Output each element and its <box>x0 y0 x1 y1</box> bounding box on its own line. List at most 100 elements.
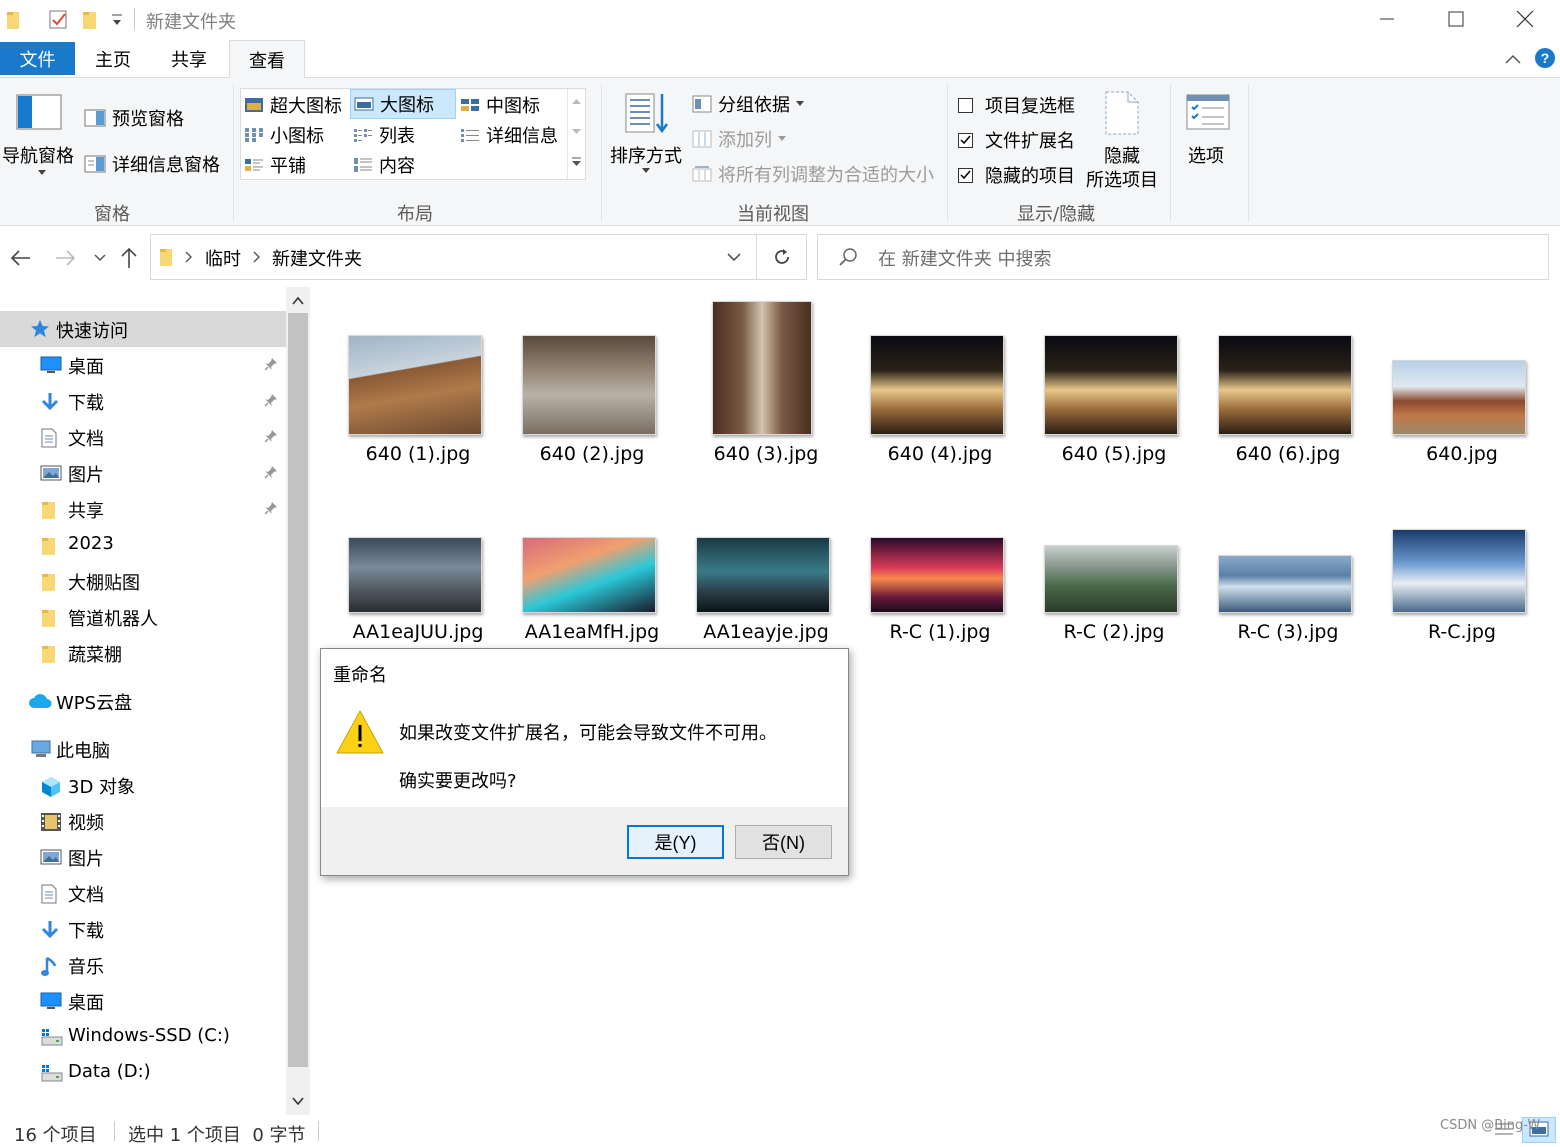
sidebar-item[interactable]: 桌面 <box>0 347 286 383</box>
breadcrumb-item[interactable]: 新建文件夹 <box>272 245 362 271</box>
layout-large-icons[interactable]: 大图标 <box>350 89 456 119</box>
sidebar-item[interactable]: 管道机器人 <box>0 599 286 635</box>
scroll-up-icon[interactable] <box>572 99 581 105</box>
navigation-pane-button[interactable]: 导航窗格 <box>2 90 76 176</box>
sort-by-button[interactable]: 排序方式 <box>608 88 684 184</box>
pin-icon[interactable] <box>264 393 278 407</box>
sidebar-item[interactable]: Windows-SSD (C:) <box>0 1019 286 1055</box>
hidden-items-toggle[interactable]: 隐藏的项目 <box>958 162 1075 188</box>
sidebar-item[interactable]: 下载 <box>0 911 286 947</box>
large-icons-icon <box>354 96 374 112</box>
navigation-pane-label: 导航窗格 <box>2 146 74 167</box>
sidebar-item[interactable]: 图片 <box>0 839 286 875</box>
up-arrow-icon[interactable] <box>120 247 138 269</box>
dialog-title: 重命名 <box>333 665 387 686</box>
layout-gallery-scroll[interactable] <box>567 89 585 179</box>
sidebar-item[interactable]: 蔬菜棚 <box>0 635 286 671</box>
details-pane-button[interactable]: 详细信息窗格 <box>84 150 220 178</box>
sidebar-quick-access[interactable]: 快速访问 <box>0 311 286 347</box>
item-checkboxes-toggle[interactable]: 项目复选框 <box>958 92 1075 118</box>
layout-tiles[interactable]: 平铺 <box>244 151 348 179</box>
sidebar-item[interactable]: 大棚贴图 <box>0 563 286 599</box>
back-arrow-icon[interactable] <box>10 249 32 267</box>
tab-view[interactable]: 查看 <box>229 40 305 79</box>
tab-file[interactable]: 文件 <box>0 42 75 75</box>
new-folder-icon[interactable] <box>82 10 100 30</box>
file-item[interactable]: R-C (1).jpg <box>834 287 1008 643</box>
sidebar-item[interactable]: Data (D:) <box>0 1055 286 1091</box>
sidebar-item[interactable]: 2023 <box>0 527 286 563</box>
search-box[interactable]: 在 新建文件夹 中搜索 <box>817 234 1549 280</box>
sidebar-item[interactable]: 3D 对象 <box>0 767 286 803</box>
file-item[interactable]: AA1eaMfH.jpg <box>486 287 660 643</box>
help-icon[interactable]: ? <box>1534 47 1556 69</box>
scroll-down-icon[interactable] <box>572 129 581 135</box>
pin-icon[interactable] <box>264 429 278 443</box>
sidebar-item[interactable]: 文档 <box>0 419 286 455</box>
checkbox[interactable] <box>958 97 973 113</box>
hide-selected-button[interactable]: 隐藏 所选项目 <box>1082 88 1162 198</box>
chevron-right-icon[interactable] <box>185 251 193 263</box>
sidebar-wps-cloud[interactable]: WPS云盘 <box>0 683 286 719</box>
checkbox-checked[interactable] <box>958 132 973 148</box>
scroll-down-icon[interactable] <box>292 1097 304 1105</box>
layout-list[interactable]: 列表 <box>353 121 457 149</box>
breadcrumb-item[interactable]: 临时 <box>205 245 241 271</box>
computer-icon <box>30 740 52 758</box>
add-columns-icon <box>692 130 712 148</box>
customize-toolbar-icon[interactable] <box>110 12 124 28</box>
pin-icon[interactable] <box>264 357 278 371</box>
tab-share[interactable]: 共享 <box>156 40 222 78</box>
chevron-right-icon[interactable] <box>253 251 261 263</box>
maximize-button[interactable] <box>1421 0 1491 38</box>
layout-content[interactable]: 内容 <box>353 151 457 179</box>
sidebar-scroll-thumb[interactable] <box>288 313 308 1067</box>
sort-by-label: 排序方式 <box>610 146 682 167</box>
layout-extra-large-icons[interactable]: 超大图标 <box>244 91 348 119</box>
forward-arrow-icon[interactable] <box>54 249 76 267</box>
address-bar[interactable]: 临时 新建文件夹 <box>150 234 757 280</box>
sidebar-item[interactable]: 共享 <box>0 491 286 527</box>
properties-icon[interactable] <box>48 8 70 30</box>
file-item[interactable]: R-C (2).jpg <box>1008 287 1182 643</box>
sidebar-item[interactable]: 音乐 <box>0 947 286 983</box>
search-input[interactable]: 在 新建文件夹 中搜索 <box>878 245 1051 271</box>
no-button[interactable]: 否(N) <box>735 825 832 859</box>
size-columns-button[interactable]: 将所有列调整为合适的大小 <box>692 160 934 188</box>
refresh-button[interactable] <box>757 234 807 280</box>
add-columns-button[interactable]: 添加列 <box>692 125 786 153</box>
checkbox-checked[interactable] <box>958 167 973 183</box>
medium-icons-icon <box>460 97 480 113</box>
file-item[interactable]: R-C.jpg <box>1356 287 1530 643</box>
collapse-ribbon-icon[interactable] <box>1504 52 1522 66</box>
layout-small-icons[interactable]: 小图标 <box>244 121 348 149</box>
file-item[interactable]: AA1eaJUU.jpg <box>312 287 486 643</box>
sidebar-item[interactable]: 下载 <box>0 383 286 419</box>
sidebar-item[interactable]: 文档 <box>0 875 286 911</box>
close-button[interactable] <box>1490 0 1560 38</box>
layout-medium-icons[interactable]: 中图标 <box>460 91 570 119</box>
sidebar-item[interactable]: 图片 <box>0 455 286 491</box>
file-name: 640 (6).jpg <box>1235 443 1341 465</box>
recent-locations-icon[interactable] <box>94 254 106 262</box>
pin-icon[interactable] <box>264 465 278 479</box>
scroll-up-icon[interactable] <box>292 297 304 305</box>
sidebar-item[interactable]: 视频 <box>0 803 286 839</box>
sidebar-item[interactable]: 桌面 <box>0 983 286 1019</box>
preview-pane-button[interactable]: 预览窗格 <box>84 104 184 132</box>
sidebar-this-pc[interactable]: 此电脑 <box>0 731 286 767</box>
file-item[interactable]: AA1eayje.jpg <box>660 287 834 643</box>
group-by-button[interactable]: 分组依据 <box>692 90 804 118</box>
yes-button[interactable]: 是(Y) <box>627 825 724 859</box>
pin-icon[interactable] <box>264 501 278 515</box>
options-label: 选项 <box>1188 146 1224 167</box>
file-name: 640.jpg <box>1426 443 1498 465</box>
gallery-more-icon[interactable] <box>572 157 581 167</box>
file-extensions-toggle[interactable]: 文件扩展名 <box>958 127 1075 153</box>
tab-home[interactable]: 主页 <box>80 40 146 78</box>
file-item[interactable]: R-C (3).jpg <box>1182 287 1356 643</box>
options-button[interactable]: 选项 <box>1180 92 1240 172</box>
minimize-button[interactable] <box>1352 0 1422 38</box>
address-dropdown-icon[interactable] <box>727 253 741 262</box>
layout-details[interactable]: 详细信息 <box>460 121 570 149</box>
